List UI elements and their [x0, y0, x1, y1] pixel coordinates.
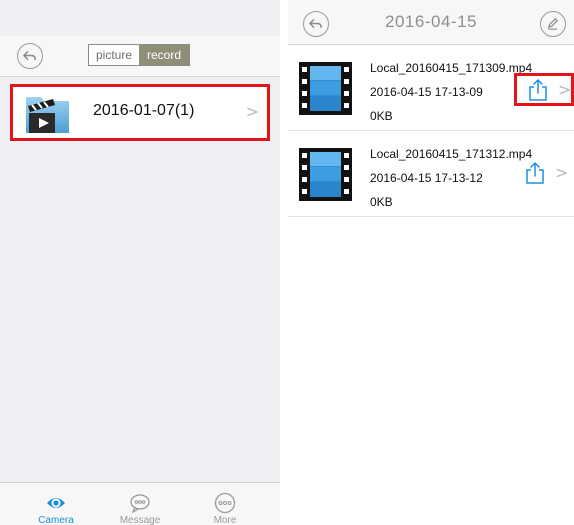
video-folder-icon [26, 97, 69, 133]
eye-icon [47, 498, 65, 508]
back-button[interactable] [17, 43, 43, 69]
more-icon [214, 492, 236, 514]
chevron-right-icon: > [245, 102, 259, 121]
share-icon [529, 79, 547, 101]
file-row[interactable]: Local_20160415_171312.mp4 2016-04-15 17-… [288, 132, 574, 217]
tab-camera-label: Camera [38, 515, 74, 525]
file-name: Local_20160415_171309.mp4 [370, 61, 533, 75]
tab-more-label: More [213, 515, 237, 525]
chevron-right-icon: > [555, 163, 569, 182]
video-file-icon [299, 148, 352, 201]
tab-more[interactable]: More [190, 483, 260, 525]
edit-button[interactable] [540, 11, 566, 37]
share-button[interactable]: > [514, 159, 574, 192]
folder-name: 2016-01-07(1) [93, 102, 195, 119]
page-title: 2016-04-15 [385, 12, 477, 31]
file-datetime: 2016-04-15 17-13-09 [370, 85, 483, 99]
message-icon [130, 494, 150, 514]
chevron-right-icon: > [558, 80, 572, 99]
tab-message[interactable]: Message [105, 483, 175, 525]
nav-bar: 2016-04-15 [288, 0, 574, 45]
file-name: Local_20160415_171312.mp4 [370, 147, 533, 161]
file-info: Local_20160415_171309.mp4 2016-04-15 17-… [370, 56, 532, 128]
recording-folder-row[interactable]: 2016-01-07(1) > [10, 84, 270, 141]
share-button[interactable]: > [514, 73, 574, 106]
segment-record[interactable]: record [139, 45, 189, 65]
share-icon [526, 162, 544, 184]
tab-camera[interactable]: Camera [21, 483, 91, 525]
file-info: Local_20160415_171312.mp4 2016-04-15 17-… [370, 142, 532, 214]
file-datetime: 2016-04-15 17-13-12 [370, 171, 483, 185]
tab-message-label: Message [119, 515, 161, 525]
segment-picture[interactable]: picture [89, 45, 139, 65]
back-arrow-icon [23, 51, 36, 60]
media-type-segmented-control: picture record [88, 44, 190, 66]
recordings-screen: picture record 2016-01-07(1) > Camera Me… [0, 0, 280, 525]
file-size: 0KB [370, 109, 393, 123]
video-file-icon [299, 62, 352, 115]
file-row[interactable]: Local_20160415_171309.mp4 2016-04-15 17-… [288, 46, 574, 131]
file-list-screen: 2016-04-15 Local_20160415_171309.mp4 201… [288, 0, 574, 525]
file-size: 0KB [370, 195, 393, 209]
pencil-icon [547, 18, 558, 30]
tab-bar: Camera Message More [0, 482, 280, 525]
nav-bar: picture record [0, 36, 280, 77]
